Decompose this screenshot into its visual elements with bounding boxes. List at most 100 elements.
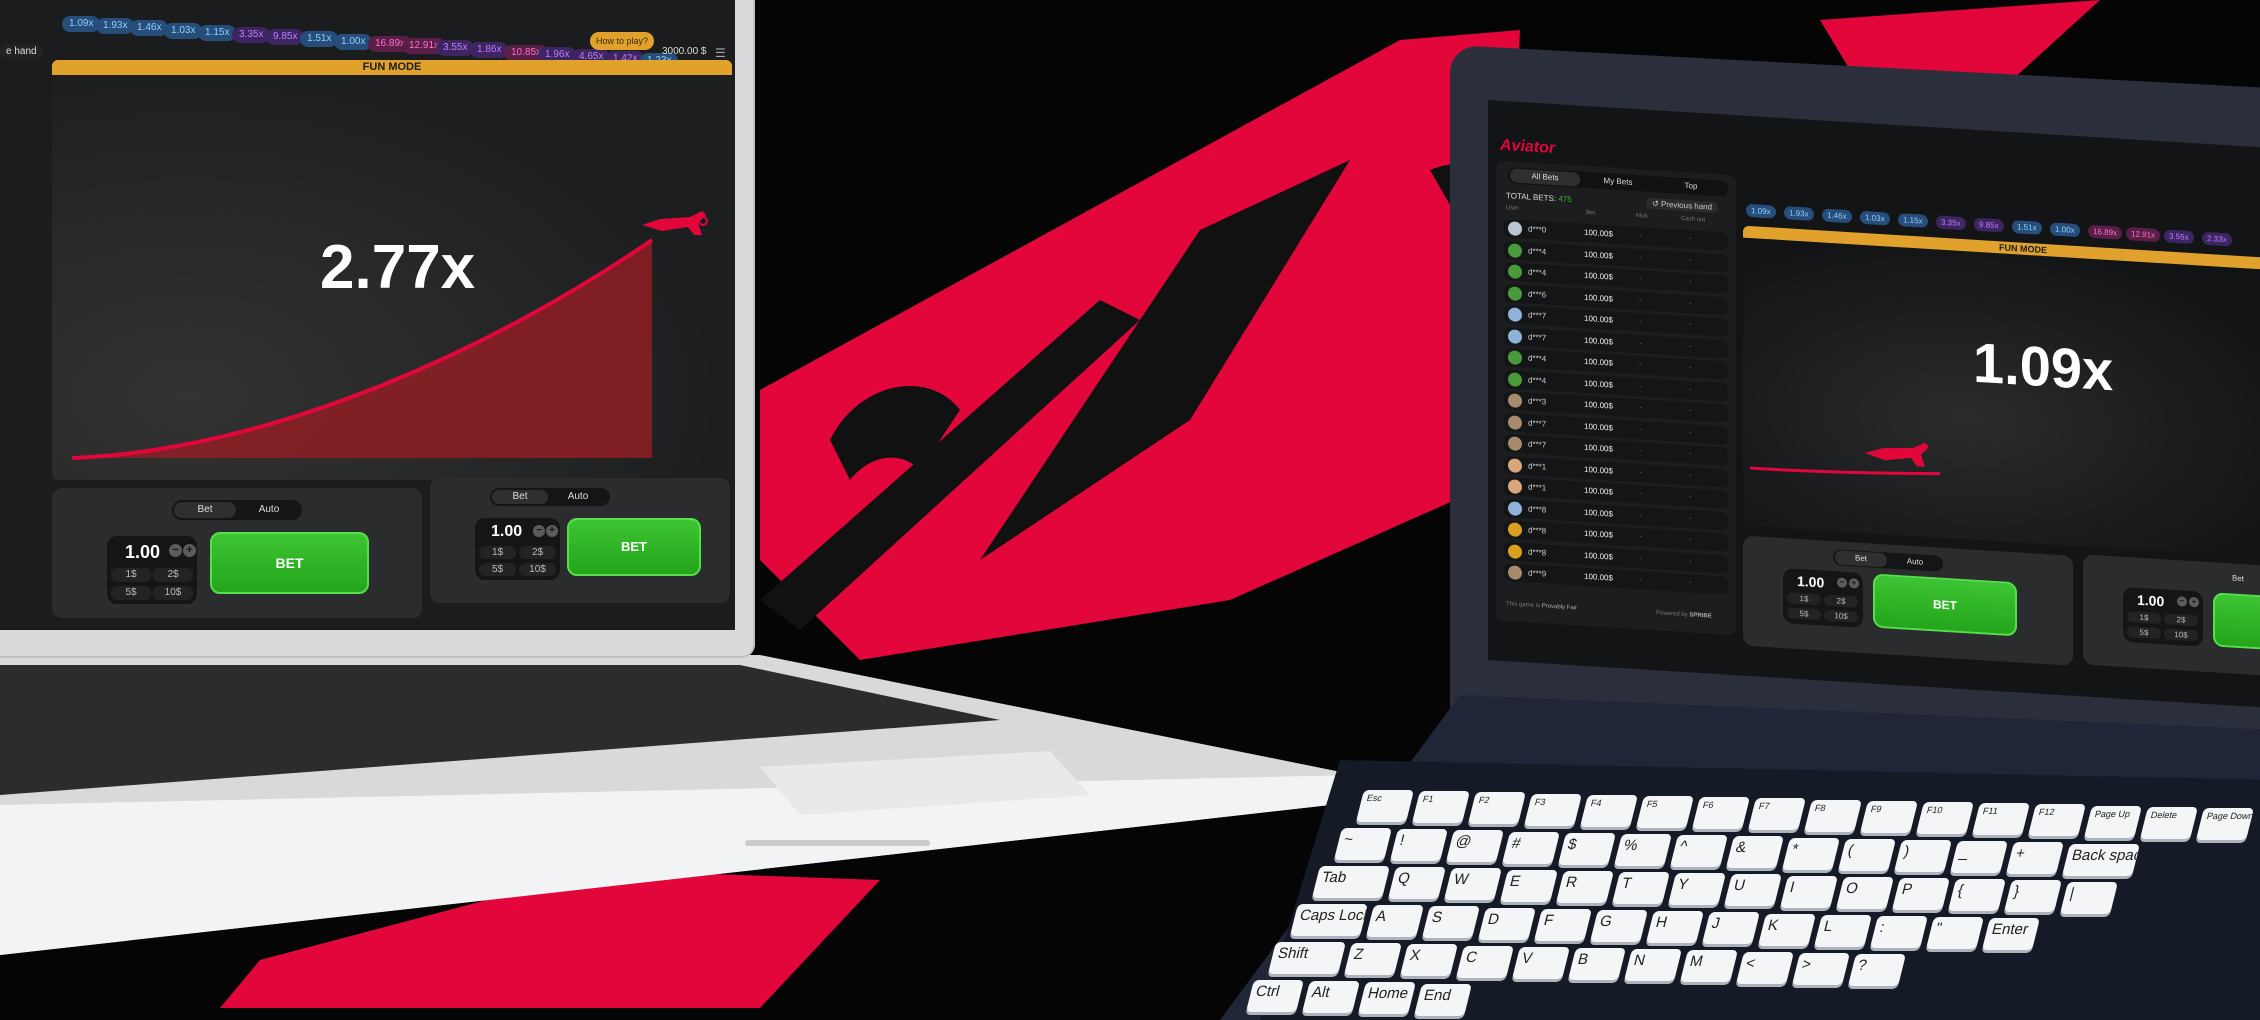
keyboard-key[interactable]: | [2060, 881, 2118, 914]
keyboard-key[interactable]: F10 [1916, 802, 1974, 834]
chip-10[interactable]: 10$ [1824, 609, 1858, 623]
chip-1[interactable]: 1$ [111, 568, 151, 582]
keyboard-key[interactable]: C [1456, 945, 1514, 978]
increase-button[interactable]: + [2189, 596, 2199, 608]
bet-amount-input[interactable]: 1.00 [2137, 592, 2164, 610]
keyboard-key[interactable]: I [1780, 875, 1838, 908]
menu-icon[interactable]: ☰ [715, 46, 726, 60]
tab-bet[interactable]: Bet [2213, 570, 2260, 587]
keyboard-key[interactable]: F2 [1468, 792, 1526, 825]
keyboard-key[interactable]: ) [1894, 840, 1952, 872]
keyboard-key[interactable]: & [1726, 836, 1784, 869]
keyboard-key[interactable]: Back space [2062, 843, 2140, 876]
keyboard-key[interactable]: F11 [1972, 803, 2030, 836]
keyboard-key[interactable]: F3 [1524, 793, 1582, 826]
keyboard-key[interactable]: F9 [1860, 800, 1918, 833]
keyboard-key[interactable]: F1 [1412, 791, 1470, 824]
provably-fair-link[interactable]: Provably Fair [1542, 603, 1577, 611]
keyboard-key[interactable]: Ctrl [1246, 980, 1304, 1012]
chip-1[interactable]: 1$ [479, 546, 516, 559]
keyboard-key[interactable]: Shift [1268, 942, 1346, 974]
keyboard-key[interactable]: D [1478, 907, 1536, 940]
chip-2[interactable]: 2$ [153, 568, 193, 582]
keyboard-key[interactable]: ~ [1334, 828, 1392, 860]
keyboard-key[interactable]: } [2004, 880, 2062, 913]
bet-button[interactable] [2213, 592, 2260, 653]
keyboard-key[interactable]: ! [1390, 829, 1448, 862]
bet-button[interactable]: BET [210, 532, 369, 594]
keyboard-key[interactable]: X [1400, 944, 1458, 977]
decrease-button[interactable]: − [533, 525, 545, 537]
keyboard-key[interactable]: Enter [1982, 918, 2040, 951]
keyboard-key[interactable]: P [1892, 878, 1950, 910]
increase-button[interactable]: + [1849, 578, 1859, 589]
keyboard-key[interactable]: F5 [1636, 796, 1694, 828]
keyboard-key[interactable]: M [1680, 950, 1738, 983]
bet-amount-input[interactable]: 1.00 [1797, 573, 1824, 591]
keyboard-key[interactable]: A [1366, 905, 1424, 938]
decrease-button[interactable]: − [1837, 577, 1847, 588]
keyboard-key[interactable]: # [1502, 831, 1560, 864]
keyboard-key[interactable]: Caps Lock [1290, 904, 1368, 936]
keyboard-key[interactable]: { [1948, 879, 2006, 912]
chip-5[interactable]: 5$ [111, 586, 151, 600]
keyboard-key[interactable]: F [1534, 908, 1592, 941]
keyboard-key[interactable]: F7 [1748, 798, 1806, 831]
keyboard-key[interactable]: Esc [1356, 790, 1414, 822]
keyboard-key[interactable]: K [1758, 913, 1816, 946]
keyboard-key[interactable]: % [1614, 834, 1672, 866]
keyboard-key[interactable]: F8 [1804, 799, 1862, 832]
tab-bet[interactable]: Bet [1835, 550, 1887, 568]
increase-button[interactable]: + [546, 525, 558, 537]
increase-button[interactable]: + [183, 544, 196, 557]
keyboard-key[interactable]: $ [1558, 832, 1616, 865]
tab-auto[interactable]: Auto [238, 502, 300, 518]
chip-1[interactable]: 1$ [2127, 611, 2161, 625]
keyboard-key[interactable]: ( [1838, 838, 1896, 871]
tab-bet[interactable]: Bet [492, 490, 548, 504]
keyboard-key[interactable]: ^ [1670, 835, 1728, 868]
keyboard-key[interactable]: F6 [1692, 797, 1750, 830]
keyboard-key[interactable]: F12 [2028, 804, 2086, 837]
keyboard-key[interactable]: U [1724, 874, 1782, 907]
bet-button[interactable]: BET [1873, 573, 2017, 637]
keyboard-key[interactable]: T [1612, 872, 1670, 904]
keyboard-key[interactable]: Q [1388, 867, 1446, 900]
tab-my-bets[interactable]: My Bets [1583, 173, 1653, 191]
chip-2[interactable]: 2$ [519, 546, 556, 559]
keyboard-key[interactable]: + [2006, 842, 2064, 875]
bet-amount-input[interactable]: 1.00 [125, 542, 160, 563]
bet-amount-input[interactable]: 1.00 [491, 523, 522, 541]
chip-5[interactable]: 5$ [479, 563, 516, 576]
chip-1[interactable]: 1$ [1787, 592, 1821, 606]
keyboard-key[interactable]: > [1792, 952, 1850, 985]
decrease-button[interactable]: − [2177, 596, 2187, 607]
chip-10[interactable]: 10$ [2164, 628, 2198, 642]
keyboard-key[interactable]: Z [1344, 943, 1402, 976]
keyboard-key[interactable]: R [1556, 870, 1614, 903]
keyboard-key[interactable]: J [1702, 912, 1760, 945]
chip-10[interactable]: 10$ [153, 586, 193, 600]
keyboard-key[interactable]: Tab [1312, 866, 1390, 898]
tab-auto[interactable]: Auto [550, 490, 606, 504]
sidebar-previous-hand[interactable]: e hand [0, 44, 43, 59]
keyboard-key[interactable]: Home [1358, 982, 1416, 1015]
keyboard-key[interactable]: End [1414, 983, 1472, 1016]
keyboard-key[interactable]: < [1736, 951, 1794, 984]
keyboard-key[interactable]: F4 [1580, 794, 1638, 827]
keyboard-key[interactable]: N [1624, 949, 1682, 982]
keyboard-key[interactable]: V [1512, 946, 1570, 979]
keyboard-key[interactable]: : [1870, 916, 1928, 948]
keyboard-key[interactable]: * [1782, 837, 1840, 870]
keyboard-key[interactable]: Delete [2140, 806, 2198, 839]
keyboard-key[interactable]: O [1836, 876, 1894, 909]
chip-5[interactable]: 5$ [1787, 607, 1821, 621]
tab-auto[interactable]: Auto [1889, 554, 1941, 571]
chip-5[interactable]: 5$ [2127, 626, 2161, 640]
bet-button[interactable]: BET [567, 518, 701, 576]
chip-2[interactable]: 2$ [1824, 594, 1858, 608]
keyboard-key[interactable]: @ [1446, 830, 1504, 863]
keyboard-key[interactable]: Alt [1302, 981, 1360, 1014]
how-to-play-button[interactable]: How to play? [590, 32, 654, 50]
keyboard-key[interactable]: Y [1668, 873, 1726, 906]
